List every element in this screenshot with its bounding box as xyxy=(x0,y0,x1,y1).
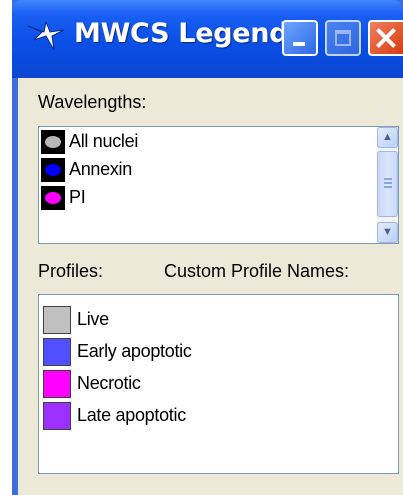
wavelengths-scrollbar[interactable]: ▲ ▼ xyxy=(377,127,398,243)
molecule-icon xyxy=(27,20,65,51)
profile-swatch xyxy=(43,306,71,334)
legend-window: MWCS Legend Wavelengths: All nuclei Anne… xyxy=(12,0,403,495)
profile-name: Early apoptotic xyxy=(77,341,192,361)
client-area: Wavelengths: All nuclei Annexin PI ▲ ▼ P… xyxy=(18,78,403,495)
profile-item[interactable]: Live xyxy=(41,305,381,335)
wavelength-swatch xyxy=(41,158,65,182)
wavelengths-list[interactable]: All nuclei Annexin PI ▲ ▼ xyxy=(38,126,399,244)
wavelength-swatch xyxy=(41,130,65,154)
nucleus-dot-icon xyxy=(45,164,61,176)
minimize-button[interactable] xyxy=(282,20,318,56)
maximize-button xyxy=(325,20,361,56)
profile-item[interactable]: Early apoptotic xyxy=(41,337,381,367)
scroll-thumb[interactable] xyxy=(377,151,398,217)
wavelength-item[interactable]: Annexin xyxy=(39,157,359,183)
close-button[interactable] xyxy=(368,20,403,56)
profiles-list[interactable]: Live Early apoptotic Necrotic Late apopt… xyxy=(38,294,399,474)
title-bar[interactable]: MWCS Legend xyxy=(12,0,403,78)
profile-name: Necrotic xyxy=(77,373,141,393)
profile-swatch xyxy=(43,402,71,430)
wavelength-name: Annexin xyxy=(69,159,132,179)
window-title: MWCS Legend xyxy=(74,18,289,49)
profile-swatch xyxy=(43,338,71,366)
wavelength-item[interactable]: PI xyxy=(39,185,359,211)
wavelength-name: PI xyxy=(69,187,86,207)
profile-name: Live xyxy=(77,309,109,329)
profile-name: Late apoptotic xyxy=(77,405,186,425)
scroll-down-button[interactable]: ▼ xyxy=(377,222,398,243)
profile-swatch xyxy=(43,370,71,398)
profile-item[interactable]: Necrotic xyxy=(41,369,381,399)
chevron-up-icon: ▲ xyxy=(382,131,393,143)
nucleus-dot-icon xyxy=(45,192,61,204)
scroll-up-button[interactable]: ▲ xyxy=(377,127,398,148)
custom-profile-names-label: Custom Profile Names: xyxy=(164,261,350,281)
chevron-down-icon: ▼ xyxy=(382,226,393,238)
profile-item[interactable]: Late apoptotic xyxy=(41,401,381,431)
profiles-label: Profiles: xyxy=(38,261,104,281)
wavelength-name: All nuclei xyxy=(69,131,139,151)
nucleus-dot-icon xyxy=(45,136,61,148)
wavelengths-label: Wavelengths: xyxy=(38,92,147,112)
wavelength-item[interactable]: All nuclei xyxy=(39,129,359,155)
wavelength-swatch xyxy=(41,186,65,210)
